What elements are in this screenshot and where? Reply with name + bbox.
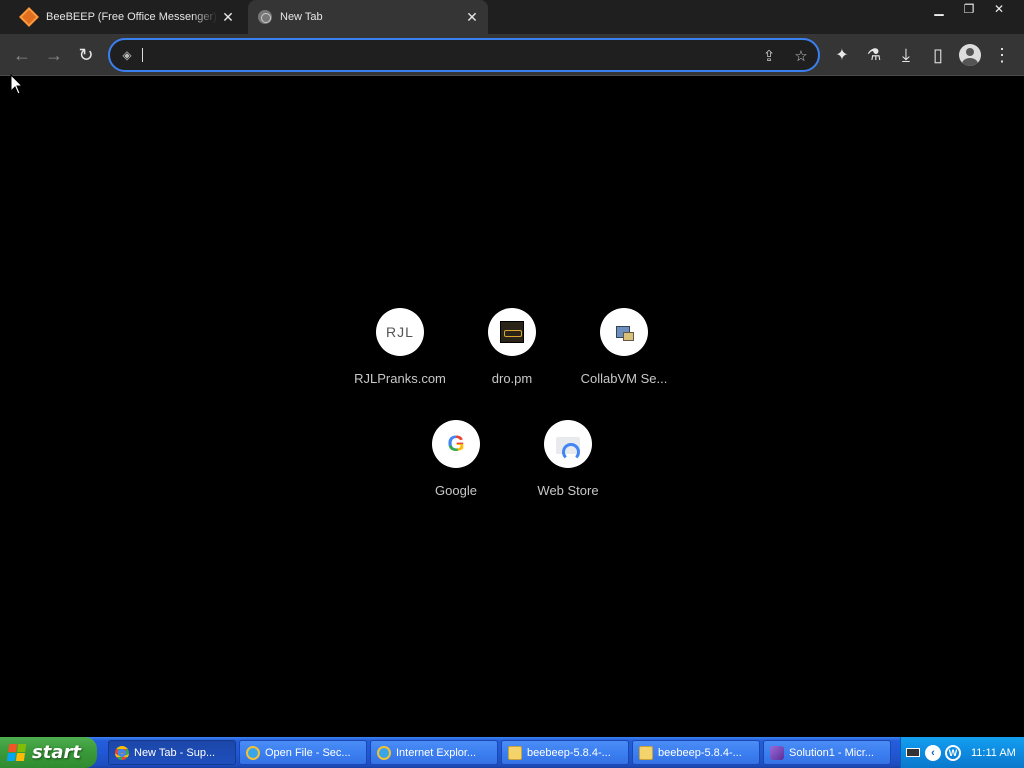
shortcut-web-store[interactable]: Web Store: [512, 412, 624, 512]
close-window-button[interactable]: ✕: [986, 0, 1012, 18]
bookmark-star-icon[interactable]: ☆: [790, 45, 812, 67]
ie-icon: [377, 745, 391, 760]
web-store-icon: [556, 434, 580, 461]
keyboard-icon[interactable]: [905, 745, 921, 761]
labs-icon[interactable]: ⚗: [861, 42, 887, 68]
taskbar-item-label: New Tab - Sup...: [134, 746, 216, 759]
shortcut-tile: [544, 420, 592, 468]
beebeep-icon: [19, 7, 39, 27]
menu-icon[interactable]: ⋮: [989, 42, 1015, 68]
taskbar-item-label: Open File - Sec...: [265, 746, 351, 759]
back-button[interactable]: ←: [9, 42, 35, 68]
windows-logo-icon: [6, 743, 28, 762]
new-tab-page: RJL RJLPranks.com dro.pm CollabVM Se... …: [0, 77, 1024, 737]
shortcut-tile: RJL: [376, 308, 424, 356]
window-controls: ▁ ❐ ✕: [922, 0, 1024, 20]
folder-icon: [508, 745, 522, 760]
ie-icon: [246, 745, 260, 760]
site-info-icon[interactable]: ◈: [120, 48, 134, 62]
shortcut-google[interactable]: G Google: [400, 412, 512, 512]
shortcut-label: RJLPranks.com: [354, 371, 446, 386]
chrome-icon: [115, 745, 129, 760]
minimize-button[interactable]: ▁: [926, 0, 952, 18]
address-input[interactable]: [140, 45, 740, 65]
collabvm-favicon: [614, 322, 634, 342]
browser-tab-strip: BeeBEEP (Free Office Messenger) d ✕ New …: [0, 0, 1024, 34]
shortcut-collabvm[interactable]: CollabVM Se...: [568, 300, 680, 400]
shortcut-label: CollabVM Se...: [580, 371, 668, 386]
taskbar-item-beebeep-folder-1[interactable]: beebeep-5.8.4-...: [501, 740, 629, 765]
rjl-logo: RJL: [386, 324, 414, 340]
taskbar-item-open-file[interactable]: Open File - Sec...: [239, 740, 367, 765]
address-bar[interactable]: ◈ ⇪ ☆: [108, 38, 820, 72]
globe-icon: [258, 10, 272, 24]
mouse-pointer-icon: [10, 74, 24, 95]
taskbar-item-solution1[interactable]: Solution1 - Micr...: [763, 740, 891, 765]
avatar: [959, 44, 981, 66]
side-panel-icon[interactable]: ▯: [925, 42, 951, 68]
start-button[interactable]: start: [0, 737, 97, 768]
tab-title: BeeBEEP (Free Office Messenger) d: [46, 11, 218, 23]
profile-button[interactable]: [957, 42, 983, 68]
tab-title: New Tab: [280, 11, 323, 23]
text-cursor: [142, 48, 143, 62]
taskbar-item-beebeep-folder-2[interactable]: beebeep-5.8.4-...: [632, 740, 760, 765]
shortcut-rjlpranks[interactable]: RJL RJLPranks.com: [344, 300, 456, 400]
shortcut-tile: [600, 308, 648, 356]
system-tray: ‹ W 11:11 AM: [900, 737, 1024, 768]
taskbar-item-new-tab[interactable]: New Tab - Sup...: [108, 740, 236, 765]
taskbar-item-label: beebeep-5.8.4-...: [527, 746, 611, 759]
taskbar-item-label: Internet Explor...: [396, 746, 477, 759]
shortcut-label: Web Store: [537, 483, 599, 498]
downloads-icon[interactable]: ⤓: [893, 42, 919, 68]
shortcut-tile: G: [432, 420, 480, 468]
wordpress-icon[interactable]: W: [945, 744, 961, 761]
extensions-icon[interactable]: ✦: [829, 42, 855, 68]
google-logo: G: [447, 431, 465, 456]
taskbar-item-label: Solution1 - Micr...: [789, 746, 874, 759]
shortcut-label: dro.pm: [491, 371, 533, 386]
reload-button[interactable]: ↻: [73, 42, 99, 68]
windows-taskbar: start New Tab - Sup... Open File - Sec..…: [0, 737, 1024, 768]
shortcut-tile: [488, 308, 536, 356]
dro-favicon: [500, 321, 524, 343]
shortcut-dro-pm[interactable]: dro.pm: [456, 300, 568, 400]
shortcut-label: Google: [435, 483, 477, 498]
visual-studio-icon: [770, 745, 784, 760]
restore-button[interactable]: ❐: [956, 0, 982, 18]
start-label: start: [32, 742, 81, 763]
folder-icon: [639, 745, 653, 760]
taskbar-item-internet-explorer[interactable]: Internet Explor...: [370, 740, 498, 765]
tab-beebeep[interactable]: BeeBEEP (Free Office Messenger) d ✕: [10, 0, 244, 34]
taskbar-item-label: beebeep-5.8.4-...: [658, 746, 742, 759]
clock[interactable]: 11:11 AM: [971, 747, 1016, 759]
browser-toolbar: ← → ↻ ◈ ⇪ ☆ ✦ ⚗ ⤓ ▯ ⋮: [0, 34, 1024, 76]
close-tab-icon[interactable]: ✕: [218, 7, 238, 27]
close-tab-icon[interactable]: ✕: [462, 7, 482, 27]
share-icon[interactable]: ⇪: [758, 45, 780, 67]
tab-new-tab[interactable]: New Tab ✕: [248, 0, 488, 34]
show-hidden-icons-button[interactable]: ‹: [925, 744, 941, 761]
forward-button[interactable]: →: [41, 42, 67, 68]
